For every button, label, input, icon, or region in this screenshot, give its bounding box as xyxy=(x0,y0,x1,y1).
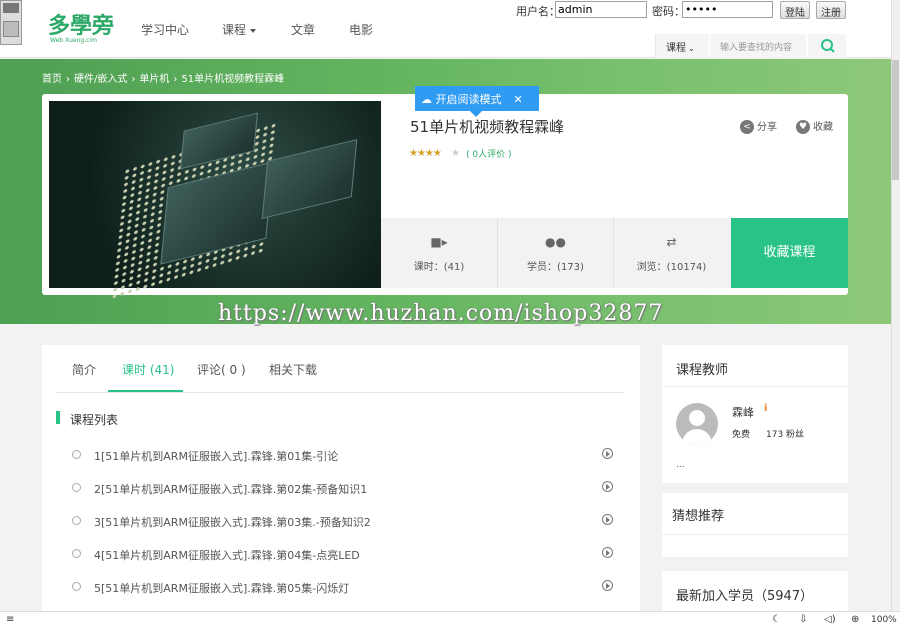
lesson-title: 4[51单片机到ARM征服嵌入式].霖锋.第04集-点亮LED xyxy=(94,549,360,562)
teacher-panel-title: 课程教师 xyxy=(676,363,729,378)
username-input[interactable]: admin xyxy=(555,1,647,18)
watermark-text: https://www.huzhan.com/ishop32877 xyxy=(218,301,664,326)
teacher-free: 免费 xyxy=(732,430,751,440)
search-category-select[interactable]: 课程 ⌄ xyxy=(655,34,709,58)
lesson-title: 1[51单片机到ARM征服嵌入式].霖锋.第01集-引论 xyxy=(94,450,339,463)
play-icon[interactable] xyxy=(602,481,613,492)
sound-icon[interactable]: ◁) xyxy=(824,614,836,625)
password-input[interactable]: ••••• xyxy=(682,1,773,18)
lesson-title: 3[51单片机到ARM征服嵌入式].霖锋.第03集.-预备知识2 xyxy=(94,516,371,529)
browser-status-bar: ≡ ☾ ⇩ ◁) ⊕ 100% xyxy=(0,611,900,627)
bullet-icon xyxy=(72,549,81,558)
chevron-down-icon: ⌄ xyxy=(688,44,695,53)
search-input[interactable]: 输入要查找的内容 xyxy=(710,34,806,58)
teacher-name[interactable]: 霖峰 xyxy=(732,404,754,420)
zoom-level[interactable]: 100% xyxy=(871,615,897,625)
stat-views-label: 浏览：(10174) xyxy=(636,262,707,273)
arrows-icon: ⇄ xyxy=(666,235,677,249)
share-icon: < xyxy=(740,120,754,134)
breadcrumb-mcu[interactable]: 单片机 xyxy=(139,74,169,85)
nav-movies[interactable]: 电影 xyxy=(349,21,373,38)
breadcrumb-sep: › xyxy=(131,74,136,85)
lesson-list-title: 课程列表 xyxy=(70,413,119,427)
reading-mode-banner[interactable]: ☁ 开启阅读模式 ✕ xyxy=(415,86,539,111)
course-content-panel xyxy=(42,345,640,611)
tab-downloads[interactable]: 相关下载 xyxy=(269,361,317,378)
password-label: 密码： xyxy=(652,5,685,18)
search-icon xyxy=(821,39,835,53)
info-icon: i xyxy=(764,403,768,414)
heart-icon: ♥ xyxy=(796,120,810,134)
zoom-icon[interactable]: ⊕ xyxy=(851,614,859,625)
course-cover-image xyxy=(49,101,381,301)
play-icon[interactable] xyxy=(602,448,613,459)
nav-courses-label: 课程 xyxy=(222,23,247,37)
register-button[interactable]: 注册 xyxy=(816,1,846,19)
breadcrumb-sep: › xyxy=(173,74,178,85)
students-title: 最新加入学员（5947） xyxy=(676,589,814,604)
favorite-label: 收藏 xyxy=(813,122,833,133)
close-icon[interactable]: ✕ xyxy=(514,93,523,106)
search-category-label: 课程 xyxy=(666,43,686,54)
bullet-icon xyxy=(72,516,81,525)
username-label: 用户名： xyxy=(516,5,560,18)
teacher-fans: 173 粉丝 xyxy=(766,430,805,440)
tab-intro[interactable]: 简介 xyxy=(72,361,96,378)
favorite-button[interactable]: ♥ 收藏 xyxy=(796,118,833,134)
lesson-title: 5[51单片机到ARM征服嵌入式].霖锋.第05集-闪烁灯 xyxy=(94,582,350,595)
book-icon: ☁ xyxy=(421,93,436,106)
search-button[interactable] xyxy=(808,34,846,58)
nav-learning-center[interactable]: 学习中心 xyxy=(141,21,189,38)
site-logo[interactable]: 多學旁 xyxy=(48,8,114,40)
tab-comments[interactable]: 评论( 0 ) xyxy=(197,361,246,378)
lesson-title: 2[51单片机到ARM征服嵌入式].霖锋.第02集-预备知识1 xyxy=(94,483,368,496)
list-title-accent xyxy=(56,411,60,424)
collect-course-button[interactable]: 收藏课程 xyxy=(731,218,848,288)
stat-students-label: 学员：(173) xyxy=(527,262,584,273)
stat-students: ●● 学员：(173) xyxy=(497,218,613,288)
breadcrumb-hardware[interactable]: 硬件/嵌入式 xyxy=(74,74,127,85)
students-panel: 最新加入学员（5947） xyxy=(662,571,848,611)
nav-articles[interactable]: 文章 xyxy=(291,21,315,38)
breadcrumb-current: 51单片机视频教程霖峰 xyxy=(181,74,285,85)
chevron-down-icon xyxy=(250,28,257,33)
nav-courses[interactable]: 课程 xyxy=(222,21,257,38)
course-title: 51单片机视频教程霖峰 xyxy=(410,118,565,136)
teacher-avatar[interactable] xyxy=(676,403,718,445)
rating-star-empty: ★ xyxy=(451,148,460,159)
bullet-icon xyxy=(72,483,81,492)
scrollbar-thumb[interactable] xyxy=(892,60,899,180)
play-icon[interactable] xyxy=(602,547,613,558)
bullet-icon xyxy=(72,450,81,459)
download-icon[interactable]: ⇩ xyxy=(799,614,807,625)
users-icon: ●● xyxy=(545,235,566,249)
site-logo-subtitle: Web Xueng.cim xyxy=(50,37,97,44)
share-button[interactable]: < 分享 xyxy=(740,118,777,134)
teacher-more: ... xyxy=(676,460,685,470)
play-icon[interactable] xyxy=(602,514,613,525)
rating-stars: ★★★★ xyxy=(409,148,442,159)
bullet-icon xyxy=(72,582,81,591)
moon-icon[interactable]: ☾ xyxy=(772,614,781,625)
recommend-panel: 猜想推荐 xyxy=(662,493,848,557)
stat-views: ⇄ 浏览：(10174) xyxy=(613,218,729,288)
tab-divider xyxy=(56,392,624,393)
menu-icon[interactable]: ≡ xyxy=(6,614,14,625)
active-tab-indicator xyxy=(108,390,183,392)
reading-mode-label: 开启阅读模式 xyxy=(435,93,502,106)
login-button[interactable]: 登陆 xyxy=(780,1,810,19)
rating-count[interactable]: ( 0人评价 ) xyxy=(466,147,511,160)
reading-mode-pointer xyxy=(470,111,482,117)
stat-lessons: ■▸ 课时：(41) xyxy=(381,218,497,288)
recommend-title: 猜想推荐 xyxy=(672,509,725,524)
breadcrumb-sep: › xyxy=(66,74,70,85)
stat-lessons-label: 课时：(41) xyxy=(413,262,465,273)
play-icon[interactable] xyxy=(602,580,613,591)
video-icon: ■▸ xyxy=(430,235,448,249)
tab-lessons[interactable]: 课时 (41) xyxy=(122,361,174,378)
browser-side-widget[interactable] xyxy=(0,0,22,45)
breadcrumb: 首页 › 硬件/嵌入式 › 单片机 › 51单片机视频教程霖峰 xyxy=(42,70,288,85)
share-label: 分享 xyxy=(757,122,777,133)
breadcrumb-home[interactable]: 首页 xyxy=(42,74,62,85)
